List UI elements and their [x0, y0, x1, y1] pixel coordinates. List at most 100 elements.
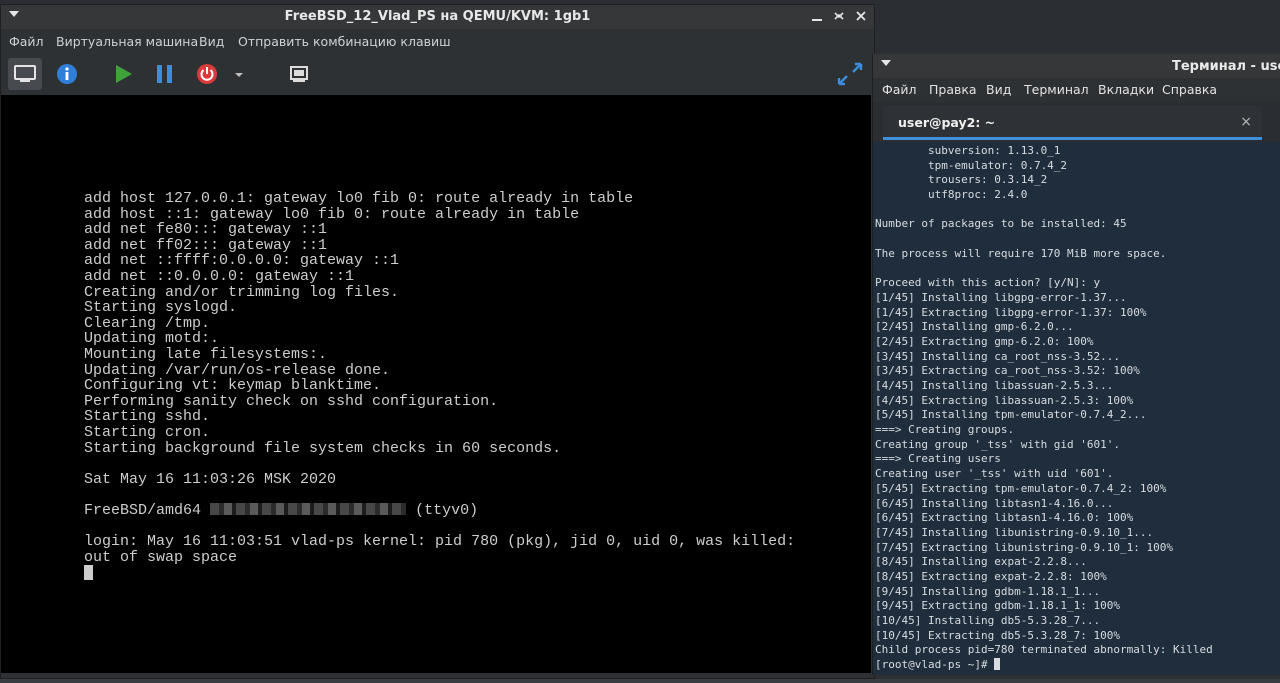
fullscreen-icon[interactable]	[833, 58, 867, 90]
term-menu-view[interactable]: Вид	[986, 82, 1011, 97]
console-line: Clearing /tmp.	[84, 314, 211, 332]
terminal-line: [6/45] Extracting libtasn1-4.16.0: 100%	[875, 511, 1134, 525]
terminal-titlebar[interactable]: Терминал - user@p	[873, 54, 1280, 78]
pause-icon[interactable]	[148, 58, 182, 90]
console-login-line-2: out of swap space	[84, 548, 238, 566]
terminal-line: [3/45] Extracting ca_root_nss-3.52: 100%	[875, 364, 1140, 378]
run-icon[interactable]	[106, 58, 140, 90]
terminal-line: Creating user '_tss' with uid '601'.	[875, 467, 1114, 481]
term-menu-file[interactable]: Файл	[882, 82, 917, 97]
menu-view[interactable]: Вид	[199, 34, 224, 49]
terminal-line: [1/45] Extracting libgpg-error-1.37: 100…	[875, 305, 1147, 319]
console-line: Updating motd:.	[84, 330, 220, 348]
minimize-icon[interactable]	[810, 9, 824, 23]
terminal-line: [1/45] Installing libgpg-error-1.37...	[875, 290, 1127, 304]
terminal-line: The process will require 170 MiB more sp…	[875, 246, 1167, 260]
terminal-tab[interactable]: user@pay2: ~ ×	[883, 106, 1262, 140]
terminal-line: [7/45] Installing libunistring-0.9.10_1.…	[875, 525, 1154, 539]
shutdown-icon[interactable]	[190, 58, 224, 90]
terminal-line: [8/45] Installing expat-2.2.8...	[875, 555, 1087, 569]
terminal-line: Child process pid=780 terminated abnorma…	[875, 643, 1213, 657]
close-icon[interactable]	[854, 9, 868, 23]
terminal-line: [6/45] Installing libtasn1-4.16.0...	[875, 496, 1114, 510]
host-prefix: FreeBSD/amd64	[84, 501, 202, 519]
console-date-line: Sat May 16 11:03:26 MSK 2020	[84, 470, 337, 488]
console-line: Starting sshd.	[84, 408, 211, 426]
terminal-window-menu-icon[interactable]	[881, 60, 891, 66]
vm-window-title: FreeBSD_12_Vlad_PS на QEMU/KVM: 1gb1	[284, 9, 591, 24]
terminal-line: [3/45] Installing ca_root_nss-3.52...	[875, 349, 1121, 363]
terminal-line: ===> Creating groups.	[875, 423, 1015, 437]
terminal-line: subversion: 1.13.0_1	[875, 144, 1061, 157]
terminal-tabbar: user@pay2: ~ ×	[873, 102, 1280, 142]
terminal-menubar: Файл Правка Вид Терминал Вкладки Справка	[873, 78, 1280, 102]
terminal-line: [10/45] Installing db5-5.3.28_7...	[875, 614, 1101, 627]
terminal-line: trousers: 0.3.14_2	[875, 173, 1048, 187]
terminal-output[interactable]: subversion: 1.13.0_1 tpm-emulator: 0.7.4…	[873, 142, 1280, 675]
vm-console-display[interactable]: add host 127.0.0.1: gateway lo0 fib 0: r…	[1, 95, 871, 673]
terminal-line: [2/45] Installing gmp-6.2.0...	[875, 320, 1074, 334]
terminal-line: [4/45] Installing libassuan-2.5.3...	[875, 379, 1114, 392]
console-line: Starting background file system checks i…	[84, 439, 562, 457]
vm-titlebar[interactable]: FreeBSD_12_Vlad_PS на QEMU/KVM: 1gb1	[1, 5, 874, 29]
console-line: add net ::ffff:0.0.0.0: gateway ::1	[84, 252, 400, 270]
console-host-line: FreeBSD/amd64 (ttyv0)	[84, 503, 795, 519]
terminal-line: [9/45] Extracting gdbm-1.18.1_1: 100%	[875, 599, 1121, 613]
console-line: add host 127.0.0.1: gateway lo0 fib 0: r…	[84, 190, 634, 207]
term-menu-terminal[interactable]: Терминал	[1024, 82, 1089, 97]
terminal-line: [7/45] Extracting libunistring-0.9.10_1:…	[875, 540, 1174, 554]
terminal-text: subversion: 1.13.0_1 tpm-emulator: 0.7.4…	[875, 144, 1213, 673]
terminal-prompt-line: [root@vlad-ps ~]#	[875, 658, 1213, 673]
terminal-line: [4/45] Extracting libassuan-2.5.3: 100%	[875, 393, 1134, 407]
terminal-line: ===> Creating users	[875, 452, 1001, 466]
console-line: Mounting late filesystems:.	[84, 345, 328, 363]
term-menu-help[interactable]: Справка	[1162, 82, 1217, 97]
details-info-icon[interactable]	[50, 58, 84, 90]
terminal-line: Number of packages to be installed: 45	[875, 217, 1127, 231]
terminal-line: Creating group '_tss' with gid '601'.	[875, 437, 1121, 451]
terminal-prompt: [root@vlad-ps ~]#	[875, 658, 995, 672]
tab-close-icon[interactable]: ×	[1240, 114, 1252, 130]
terminal-window: Терминал - user@p Файл Правка Вид Термин…	[872, 54, 1280, 675]
console-icon[interactable]	[8, 58, 42, 90]
shutdown-menu-chevron-icon[interactable]	[229, 58, 249, 90]
redacted-hostname	[210, 502, 407, 515]
console-line: Starting cron.	[84, 423, 211, 441]
terminal-tab-label: user@pay2: ~	[898, 115, 996, 130]
console-cursor	[84, 565, 93, 581]
terminal-window-title: Терминал - user@p	[1172, 59, 1280, 74]
console-line: add host ::1: gateway lo0 fib 0: route a…	[84, 205, 580, 223]
console-line: add net ::0.0.0.0: gateway ::1	[84, 267, 355, 285]
vm-viewer-window: FreeBSD_12_Vlad_PS на QEMU/KVM: 1gb1 Фай…	[0, 4, 875, 679]
snapshot-icon[interactable]	[282, 58, 316, 90]
terminal-line: [9/45] Installing gdbm-1.18.1_1...	[875, 584, 1101, 598]
console-line: Performing sanity check on sshd configur…	[84, 392, 499, 410]
console-login-line: login: May 16 11:03:51 vlad-ps kernel: p…	[84, 533, 796, 551]
console-line: Creating and/or trimming log files.	[84, 283, 400, 301]
terminal-line: [5/45] Installing tpm-emulator-0.7.4_2..…	[875, 408, 1147, 422]
console-line: add net ff02::: gateway ::1	[84, 236, 328, 254]
terminal-line: [2/45] Extracting gmp-6.2.0: 100%	[875, 334, 1094, 348]
terminal-line: utf8proc: 2.4.0	[875, 188, 1028, 202]
console-line: Starting syslogd.	[84, 299, 238, 317]
menu-file[interactable]: Файл	[9, 34, 44, 49]
menu-send-key[interactable]: Отправить комбинацию клавиш	[238, 34, 451, 49]
vm-toolbar	[1, 55, 874, 95]
terminal-line: Proceed with this action? [y/N]: y	[875, 276, 1101, 290]
desktop-panel-edge	[0, 679, 1280, 683]
console-line: add net fe80::: gateway ::1	[84, 221, 328, 239]
console-cursor-line	[84, 565, 795, 581]
host-suffix: (ttyv0)	[415, 501, 479, 519]
terminal-line: [5/45] Extracting tpm-emulator-0.7.4_2: …	[875, 481, 1167, 495]
console-output: add host 127.0.0.1: gateway lo0 fib 0: r…	[84, 191, 795, 581]
maximize-icon[interactable]	[832, 9, 846, 23]
term-menu-tabs[interactable]: Вкладки	[1098, 82, 1154, 97]
terminal-line: [10/45] Extracting db5-5.3.28_7: 100%	[875, 628, 1121, 642]
term-menu-edit[interactable]: Правка	[929, 82, 977, 97]
menu-virtual-machine[interactable]: Виртуальная машина	[56, 34, 198, 49]
vm-menubar: Файл Виртуальная машина Вид Отправить ко…	[1, 29, 874, 55]
console-line: Updating /var/run/os-release done.	[84, 361, 391, 379]
terminal-line: [8/45] Extracting expat-2.2.8: 100%	[875, 569, 1107, 583]
